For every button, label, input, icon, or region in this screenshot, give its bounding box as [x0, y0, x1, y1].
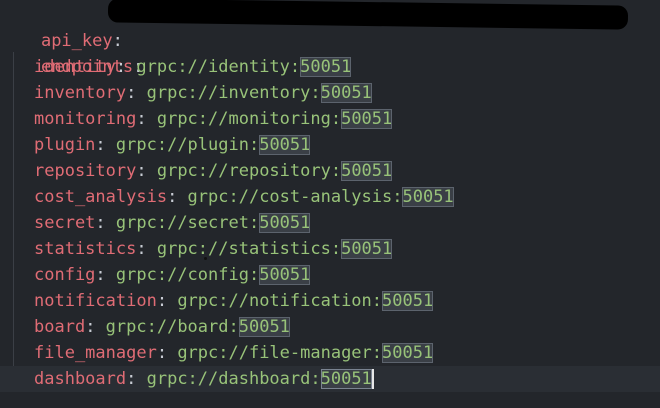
code-line-statistics[interactable]: statistics: grpc://statistics:50051 [0, 236, 660, 262]
port-highlight: 50051 [402, 187, 454, 207]
code-line-cost-analysis[interactable]: cost_analysis: grpc://cost-analysis:5005… [0, 184, 660, 210]
code-editor[interactable]: api_key: endpoints: identity: grpc://ide… [0, 0, 660, 408]
yaml-key: dashboard [34, 369, 127, 389]
text-cursor [371, 369, 374, 389]
yaml-key: notification [34, 291, 157, 311]
code-line-config[interactable]: config: grpc://config:50051 [0, 262, 660, 288]
port-highlight: 50051 [382, 343, 434, 363]
yaml-key: secret [34, 213, 96, 233]
yaml-key: file_manager [34, 343, 157, 363]
yaml-value-url: grpc://secret: [115, 213, 260, 233]
yaml-value-url: grpc://identity: [136, 57, 301, 77]
port-highlight: 50051 [341, 109, 393, 129]
code-line-file-manager[interactable]: file_manager: grpc://file-manager:50051 [0, 340, 660, 366]
code-line-monitoring[interactable]: monitoring: grpc://monitoring:50051 [0, 106, 660, 132]
port-highlight: 50051 [382, 291, 434, 311]
code-line-notification[interactable]: notification: grpc://notification:50051 [0, 288, 660, 314]
code-line-plugin[interactable]: plugin: grpc://plugin:50051 [0, 132, 660, 158]
yaml-value-url: grpc://board: [105, 317, 239, 337]
yaml-value-url: grpc://notification: [177, 291, 383, 311]
port-highlight: 50051 [320, 83, 372, 103]
yaml-value-url: grpc://inventory: [146, 83, 321, 103]
code-line-endpoints[interactable]: endpoints: [0, 28, 660, 77]
yaml-value-url: grpc://repository: [156, 161, 342, 181]
code-line-inventory[interactable]: inventory: grpc://inventory:50051 [0, 80, 660, 106]
yaml-value-url: grpc://file-manager: [177, 343, 383, 363]
yaml-key: statistics [34, 239, 137, 259]
port-highlight: 50051 [300, 57, 352, 77]
yaml-key: repository [34, 161, 137, 181]
port-highlight: 50051 [259, 213, 311, 233]
yaml-value-url: grpc://statistics: [156, 239, 342, 259]
stray-dot [204, 257, 207, 260]
yaml-key: plugin [34, 135, 96, 155]
code-line-identity[interactable]: identity: grpc://identity:50051 [0, 54, 660, 80]
yaml-value-url: grpc://cost-analysis: [187, 187, 403, 207]
yaml-value-url: grpc://plugin: [115, 135, 260, 155]
port-highlight: 50051 [320, 369, 372, 389]
yaml-key: monitoring [34, 109, 137, 129]
code-line-repository[interactable]: repository: grpc://repository:50051 [0, 158, 660, 184]
yaml-key: config [34, 265, 96, 285]
yaml-value-url: grpc://config: [115, 265, 260, 285]
yaml-key: inventory [34, 83, 127, 103]
code-line-secret[interactable]: secret: grpc://secret:50051 [0, 210, 660, 236]
port-highlight: 50051 [259, 135, 311, 155]
port-highlight: 50051 [341, 239, 393, 259]
code-line-board[interactable]: board: grpc://board:50051 [0, 314, 660, 340]
port-highlight: 50051 [341, 161, 393, 181]
yaml-key: board [34, 317, 86, 337]
yaml-value-url: grpc://dashboard: [146, 369, 321, 389]
yaml-key: identity [34, 57, 116, 77]
code-line-dashboard[interactable]: dashboard: grpc://dashboard:50051 [0, 366, 660, 392]
port-highlight: 50051 [238, 317, 290, 337]
yaml-key: cost_analysis [34, 187, 168, 207]
port-highlight: 50051 [259, 265, 311, 285]
yaml-value-url: grpc://monitoring: [156, 109, 342, 129]
